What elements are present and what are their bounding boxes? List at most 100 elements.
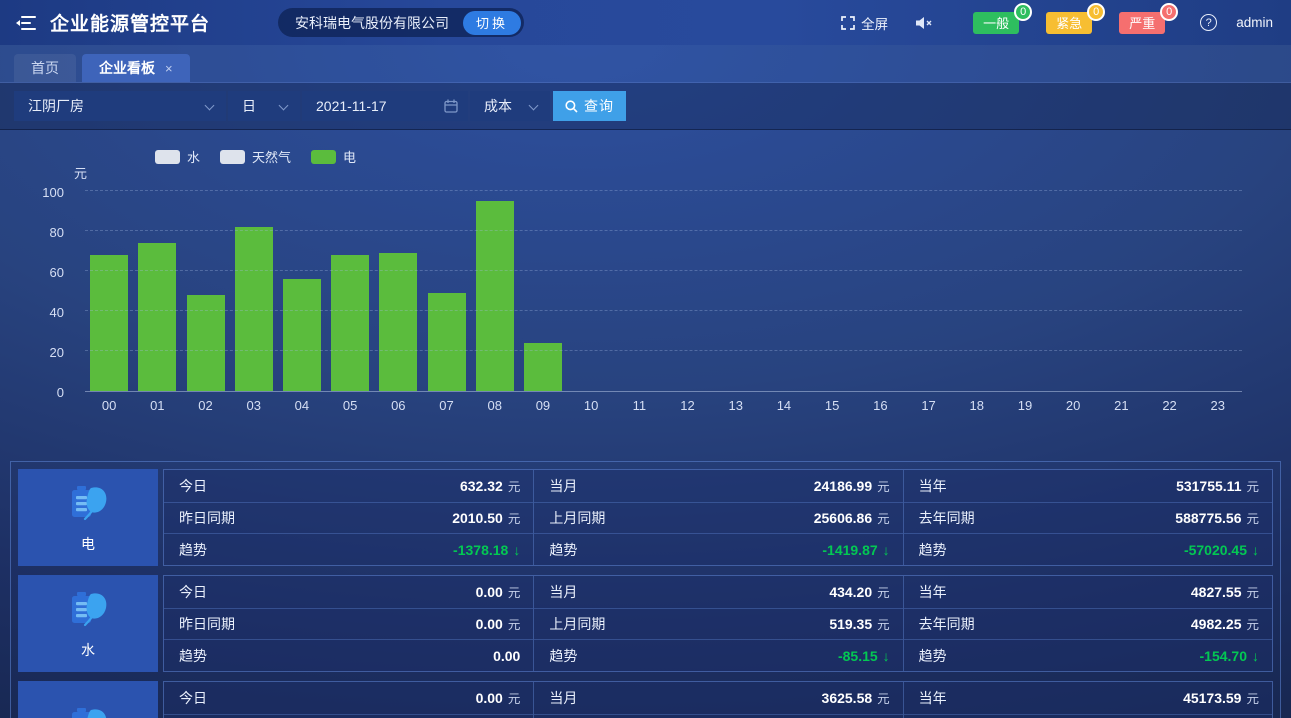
metric-cell: 当年4827.55元: [904, 576, 1272, 608]
battery-leaf-icon: [65, 587, 111, 633]
date-input[interactable]: 2021-11-17: [302, 91, 468, 121]
metric-cell: [164, 714, 533, 718]
metric-unit: 元: [877, 614, 890, 633]
metric-cell: 当月24186.99元: [534, 470, 902, 502]
metric-cell: 趋势-154.70↓: [904, 639, 1272, 671]
query-button[interactable]: 查询: [553, 91, 626, 121]
x-tick-label: 19: [1001, 398, 1049, 413]
metric-unit: 元: [508, 582, 521, 601]
bar-slot: [1001, 191, 1049, 391]
legend-item-电[interactable]: 电: [311, 147, 356, 166]
mute-speaker-icon[interactable]: [916, 16, 933, 30]
metric-cell: [534, 714, 902, 718]
legend-swatch: [220, 150, 245, 164]
chart-bar-05: [331, 255, 369, 391]
tab-enterprise-board[interactable]: 企业看板 ×: [82, 54, 190, 82]
switch-company-button[interactable]: 切换: [463, 11, 521, 35]
metric-label: 昨日同期: [179, 508, 235, 528]
filter-bar: 江阴厂房 日 2021-11-17 成本 查询: [0, 83, 1291, 130]
metric-cell: 趋势-1378.18↓: [164, 533, 533, 565]
metric-unit: 元: [1246, 688, 1259, 707]
metric-value: 519.35元: [829, 614, 889, 633]
bar-slot: [1194, 191, 1242, 391]
metric-select-value: 成本: [484, 96, 512, 116]
legend-item-水[interactable]: 水: [155, 147, 200, 166]
metric-cell: 今日632.32元: [164, 470, 533, 502]
battery-leaf-icon: [65, 703, 111, 718]
metrics-column: 当月24186.99元上月同期25606.86元趋势-1419.87↓: [533, 470, 902, 565]
period-select[interactable]: 日: [228, 91, 300, 121]
trend-down-icon: ↓: [1252, 648, 1259, 664]
metric-label: 今日: [179, 476, 207, 496]
metric-unit: 元: [1246, 476, 1259, 495]
metrics-grid: 今日0.00元当月3625.58元当年45173.59元: [163, 681, 1273, 718]
fullscreen-label: 全屏: [861, 13, 888, 33]
metric-value: 0.00: [493, 648, 520, 664]
chart-plot: [85, 192, 1242, 392]
gridline: [85, 350, 1242, 351]
x-tick-label: 15: [808, 398, 856, 413]
alarm-chip-严重[interactable]: 严重0: [1119, 12, 1165, 34]
metric-value: 4982.25元: [1191, 614, 1259, 633]
bar-slot: [278, 191, 326, 391]
metric-cell: 当月3625.58元: [534, 682, 902, 714]
bar-slot: [422, 191, 470, 391]
metric-cell: 上月同期25606.86元: [534, 502, 902, 534]
x-tick-label: 17: [904, 398, 952, 413]
metric-value: 25606.86元: [814, 508, 890, 527]
close-tab-icon[interactable]: ×: [165, 61, 173, 76]
company-selector[interactable]: 安科瑞电气股份有限公司 切换: [278, 8, 524, 37]
fullscreen-button[interactable]: 全屏: [841, 13, 888, 33]
chart-bar-00: [90, 255, 128, 391]
metrics-column: 今日632.32元昨日同期 2010.50元趋势-1378.18↓: [164, 470, 533, 565]
metric-unit: 元: [508, 688, 521, 707]
legend-item-天然气[interactable]: 天然气: [220, 147, 291, 166]
bar-slot: [953, 191, 1001, 391]
y-tick-label: 60: [24, 265, 64, 280]
x-tick-label: 00: [85, 398, 133, 413]
metric-unit: 元: [877, 688, 890, 707]
legend-label: 水: [187, 147, 200, 166]
y-tick-label: 0: [24, 385, 64, 400]
metric-select[interactable]: 成本: [470, 91, 550, 121]
metric-value: 0.00元: [476, 582, 521, 601]
metric-cell: 趋势0.00: [164, 639, 533, 671]
alarm-chip-一般[interactable]: 一般0: [973, 12, 1019, 34]
metric-cell: 今日0.00元: [164, 682, 533, 714]
metric-label: 今日: [179, 582, 207, 602]
x-tick-label: 20: [1049, 398, 1097, 413]
bar-slot: [808, 191, 856, 391]
gridline: [85, 230, 1242, 231]
energy-icon-tile: 水: [18, 575, 158, 672]
help-icon[interactable]: ?: [1200, 14, 1217, 31]
metric-value: -85.15↓: [838, 648, 890, 664]
trend-down-icon: ↓: [883, 648, 890, 664]
metric-label: 当月: [549, 688, 577, 708]
y-axis-title: 元: [74, 163, 87, 182]
alarm-count-badge: 0: [1087, 3, 1105, 21]
metric-value: 531755.11元: [1176, 476, 1259, 495]
metric-unit: 元: [1246, 508, 1259, 527]
x-tick-label: 03: [230, 398, 278, 413]
metric-label: 当年: [919, 582, 947, 602]
metric-cell: [904, 714, 1272, 718]
x-tick-label: 14: [760, 398, 808, 413]
metric-unit: 元: [877, 476, 890, 495]
metric-value: 588775.56元: [1175, 508, 1259, 527]
user-menu[interactable]: admin: [1236, 15, 1273, 30]
menu-collapse-icon[interactable]: [16, 15, 36, 31]
metrics-column: 今日0.00元昨日同期0.00元趋势0.00: [164, 576, 533, 671]
x-tick-label: 05: [326, 398, 374, 413]
gridline: [85, 310, 1242, 311]
x-tick-label: 06: [374, 398, 422, 413]
tab-home[interactable]: 首页: [14, 54, 76, 82]
gridline: [85, 190, 1242, 191]
metric-value: 0.00元: [476, 688, 521, 707]
site-select[interactable]: 江阴厂房: [14, 91, 226, 121]
company-name: 安科瑞电气股份有限公司: [295, 13, 449, 33]
metrics-column: 当年531755.11元去年同期588775.56元趋势-57020.45↓: [903, 470, 1272, 565]
alarm-chip-紧急[interactable]: 紧急0: [1046, 12, 1092, 34]
chart-bar-04: [283, 279, 321, 391]
y-tick-label: 100: [24, 185, 64, 200]
metric-value: 2010.50元: [452, 508, 520, 527]
